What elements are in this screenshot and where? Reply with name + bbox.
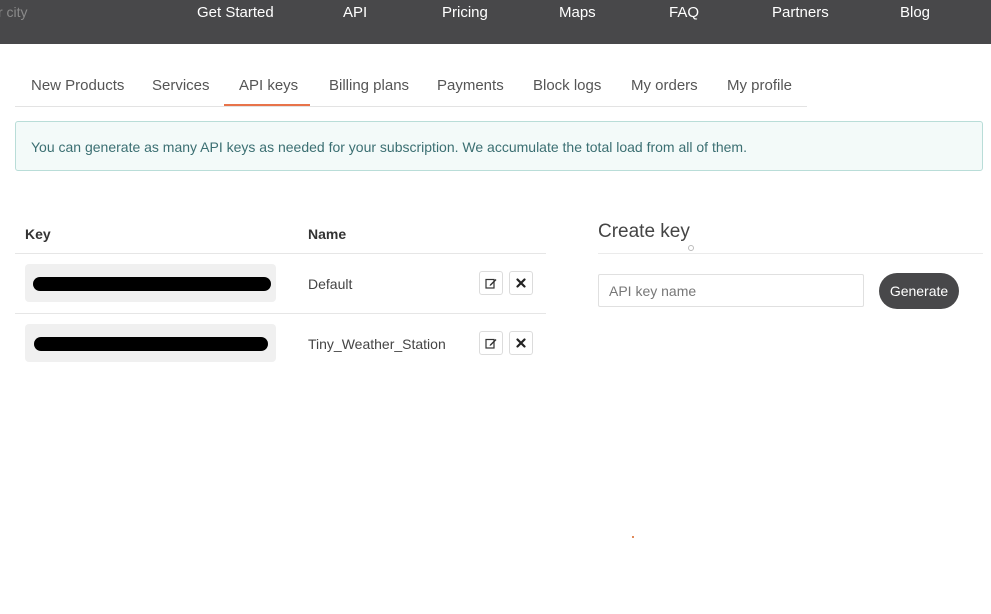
api-key-name: Default <box>308 276 353 292</box>
nav-pricing[interactable]: Pricing <box>442 4 488 21</box>
city-search-input[interactable]: r city <box>0 4 28 20</box>
nav-partners[interactable]: Partners <box>772 4 829 21</box>
tab-my-orders[interactable]: My orders <box>631 77 698 94</box>
close-icon <box>516 278 526 288</box>
account-tabs: New Products Services API keys Billing p… <box>15 66 807 107</box>
edit-icon <box>485 338 497 349</box>
edit-icon <box>485 278 497 289</box>
tab-block-logs[interactable]: Block logs <box>533 77 601 94</box>
table-divider <box>15 253 546 254</box>
nav-blog[interactable]: Blog <box>900 4 930 21</box>
key-redaction <box>34 337 268 351</box>
api-key-name-input[interactable] <box>598 274 864 307</box>
decorative-dot <box>632 536 634 538</box>
tab-api-keys[interactable]: API keys <box>239 77 298 94</box>
key-redaction <box>33 277 271 291</box>
close-icon <box>516 338 526 348</box>
nav-get-started[interactable]: Get Started <box>197 4 274 21</box>
create-key-title: Create key <box>598 221 690 242</box>
nav-maps[interactable]: Maps <box>559 4 596 21</box>
tab-new-products[interactable]: New Products <box>31 77 124 94</box>
table-divider <box>15 313 546 314</box>
api-key-name: Tiny_Weather_Station <box>308 336 446 352</box>
api-key-value[interactable] <box>25 324 276 362</box>
generate-button[interactable]: Generate <box>879 273 959 309</box>
active-tab-indicator <box>224 104 310 106</box>
delete-key-button[interactable] <box>509 331 533 355</box>
tab-billing-plans[interactable]: Billing plans <box>329 77 409 94</box>
tab-services[interactable]: Services <box>152 77 210 94</box>
nav-faq[interactable]: FAQ <box>669 4 699 21</box>
info-alert: You can generate as many API keys as nee… <box>15 121 983 171</box>
info-alert-text: You can generate as many API keys as nee… <box>31 139 747 155</box>
tab-payments[interactable]: Payments <box>437 77 504 94</box>
column-header-key: Key <box>25 226 51 242</box>
tab-my-profile[interactable]: My profile <box>727 77 792 94</box>
column-header-name: Name <box>308 226 347 242</box>
create-key-divider <box>598 253 983 254</box>
nav-api[interactable]: API <box>343 4 367 21</box>
api-key-value[interactable] <box>25 264 276 302</box>
resize-handle <box>688 245 694 251</box>
top-nav-bar: r city Get Started API Pricing Maps FAQ … <box>0 0 991 44</box>
edit-key-button[interactable] <box>479 331 503 355</box>
edit-key-button[interactable] <box>479 271 503 295</box>
delete-key-button[interactable] <box>509 271 533 295</box>
